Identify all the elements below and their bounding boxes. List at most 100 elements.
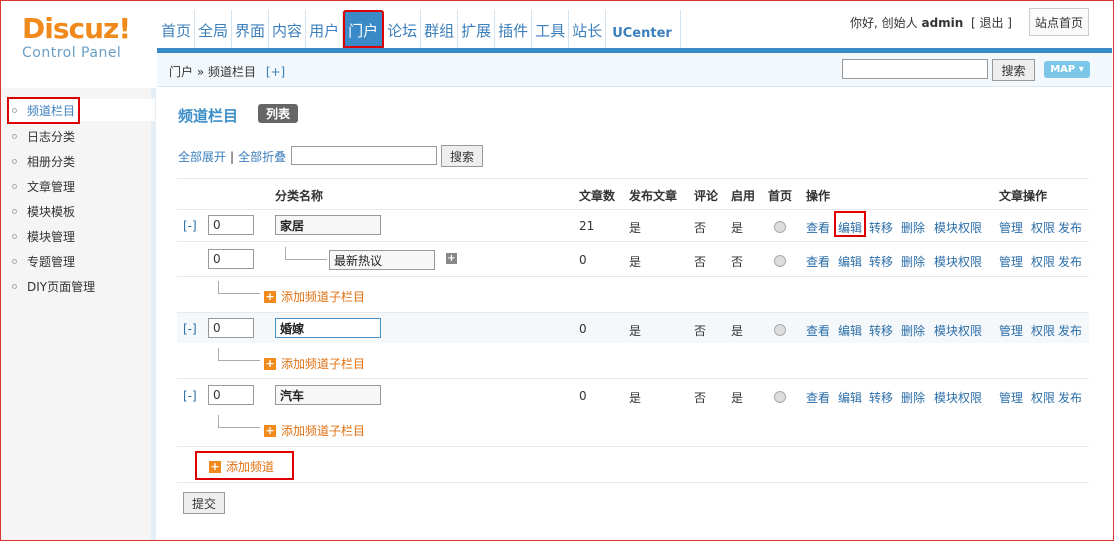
top-nav: 首页 全局 界面 内容 用户 门户 论坛 群组 扩展 插件 工具 站长 UCen…: [158, 10, 681, 48]
home-radio[interactable]: [774, 391, 786, 403]
edit-link[interactable]: 编辑: [838, 322, 862, 339]
view-link[interactable]: 查看: [806, 219, 830, 236]
delete-link[interactable]: 删除: [901, 253, 925, 270]
view-link[interactable]: 查看: [806, 322, 830, 339]
sidebar-item-diy-page[interactable]: DIY页面管理: [12, 278, 95, 295]
publish-link[interactable]: 发布: [1058, 219, 1082, 236]
delete-link[interactable]: 删除: [901, 219, 925, 236]
move-link[interactable]: 转移: [869, 219, 893, 236]
category-name-input[interactable]: 汽车: [275, 385, 381, 405]
collapse-toggle[interactable]: [-]: [183, 389, 197, 403]
nav-content[interactable]: 内容: [269, 10, 307, 48]
breadcrumb-path: 门户 » 频道栏目: [169, 65, 256, 79]
map-button[interactable]: MAP ▾: [1044, 61, 1090, 78]
rights-link[interactable]: 权限: [1031, 389, 1055, 406]
divider: [177, 241, 1089, 242]
add-subcategory-button[interactable]: + 添加频道子栏目: [264, 288, 365, 305]
submit-button[interactable]: 提交: [183, 492, 225, 514]
sidebar-item-block-manage[interactable]: 模块管理: [12, 228, 75, 245]
collapse-toggle[interactable]: [-]: [183, 219, 197, 233]
move-link[interactable]: 转移: [869, 322, 893, 339]
block-permission-link[interactable]: 模块权限: [934, 219, 982, 236]
add-subcategory-button[interactable]: + 添加频道子栏目: [264, 355, 365, 372]
nav-home[interactable]: 首页: [158, 10, 196, 48]
add-subcategory-button[interactable]: + 添加频道子栏目: [264, 422, 365, 439]
collapse-all-link[interactable]: 全部折叠: [238, 150, 286, 164]
home-radio[interactable]: [774, 255, 786, 267]
bullet-icon: [12, 134, 17, 139]
rights-link[interactable]: 权限: [1031, 322, 1055, 339]
col-header-articles: 文章数: [579, 189, 616, 203]
block-permission-link[interactable]: 模块权限: [934, 322, 982, 339]
top-search-button[interactable]: 搜索: [992, 59, 1035, 81]
nav-global[interactable]: 全局: [195, 10, 233, 48]
nav-admin[interactable]: 站长: [569, 10, 607, 48]
nav-tools[interactable]: 工具: [532, 10, 570, 48]
collapse-toggle[interactable]: [-]: [183, 322, 197, 336]
manage-link[interactable]: 管理: [999, 389, 1023, 406]
nav-plugin[interactable]: 插件: [495, 10, 533, 48]
block-permission-link[interactable]: 模块权限: [934, 389, 982, 406]
rights-link[interactable]: 权限: [1031, 219, 1055, 236]
top-search-input[interactable]: [842, 59, 988, 79]
logo-main-text: Discuz!: [22, 12, 131, 45]
logout-link[interactable]: [ 退出 ]: [971, 16, 1012, 30]
manage-link[interactable]: 管理: [999, 253, 1023, 270]
list-tab[interactable]: 列表: [258, 104, 298, 123]
publish-link[interactable]: 发布: [1058, 389, 1082, 406]
manage-link[interactable]: 管理: [999, 219, 1023, 236]
nav-group[interactable]: 群组: [421, 10, 459, 48]
sidebar-item-label: 频道栏目: [27, 103, 76, 118]
publish-link[interactable]: 发布: [1058, 253, 1082, 270]
nav-forum[interactable]: 论坛: [384, 10, 422, 48]
tree-connector: [218, 415, 260, 428]
move-link[interactable]: 转移: [869, 253, 893, 270]
order-input[interactable]: 0: [208, 318, 254, 338]
manage-link[interactable]: 管理: [999, 322, 1023, 339]
sidebar-item-label: 日志分类: [27, 130, 76, 144]
publish-link[interactable]: 发布: [1058, 322, 1082, 339]
rights-link[interactable]: 权限: [1031, 253, 1055, 270]
col-header-name: 分类名称: [275, 189, 324, 203]
edit-link[interactable]: 编辑: [838, 253, 862, 270]
add-channel-button[interactable]: + 添加频道: [209, 458, 274, 475]
view-link[interactable]: 查看: [806, 253, 830, 270]
nav-portal[interactable]: 门户: [343, 10, 385, 48]
plus-icon: +: [264, 357, 276, 370]
category-name-input[interactable]: 婚嫁: [275, 318, 381, 338]
order-input[interactable]: 0: [208, 385, 254, 405]
channel-search-button[interactable]: 搜索: [441, 145, 483, 167]
delete-link[interactable]: 删除: [901, 389, 925, 406]
expand-all-link[interactable]: 全部展开: [178, 150, 226, 164]
edit-highlight-box: [834, 211, 866, 237]
edit-link[interactable]: 编辑: [838, 389, 862, 406]
order-input[interactable]: 0: [208, 215, 254, 235]
nav-user[interactable]: 用户: [306, 10, 344, 48]
sidebar-item-channel[interactable]: 频道栏目: [7, 96, 155, 124]
delete-link[interactable]: 删除: [901, 322, 925, 339]
col-header-enabled: 启用: [731, 189, 756, 203]
category-name-input[interactable]: 家居: [275, 215, 381, 235]
greeting-text: 你好, 创始人: [850, 16, 918, 30]
site-home-button[interactable]: 站点首页: [1029, 8, 1089, 36]
view-link[interactable]: 查看: [806, 389, 830, 406]
nav-extend[interactable]: 扩展: [458, 10, 496, 48]
breadcrumb-add-link[interactable]: [+]: [266, 65, 285, 79]
sidebar-item-blog-category[interactable]: 日志分类: [12, 128, 75, 145]
home-radio[interactable]: [774, 221, 786, 233]
nav-ucenter[interactable]: UCenter: [606, 10, 681, 48]
add-child-icon[interactable]: +: [446, 253, 457, 264]
col-header-home: 首页: [768, 189, 793, 203]
category-name-input[interactable]: 最新热议: [329, 250, 435, 270]
sidebar-item-article-manage[interactable]: 文章管理: [12, 178, 75, 195]
sidebar-item-topic-manage[interactable]: 专题管理: [12, 253, 75, 270]
channel-search-input[interactable]: [291, 146, 437, 165]
move-link[interactable]: 转移: [869, 389, 893, 406]
order-input[interactable]: 0: [208, 249, 254, 269]
nav-style[interactable]: 界面: [232, 10, 270, 48]
block-permission-link[interactable]: 模块权限: [934, 253, 982, 270]
home-radio[interactable]: [774, 324, 786, 336]
sidebar-item-block-template[interactable]: 模块模板: [12, 203, 75, 220]
comment-flag: 否: [694, 324, 707, 338]
sidebar-item-album-category[interactable]: 相册分类: [12, 153, 75, 170]
